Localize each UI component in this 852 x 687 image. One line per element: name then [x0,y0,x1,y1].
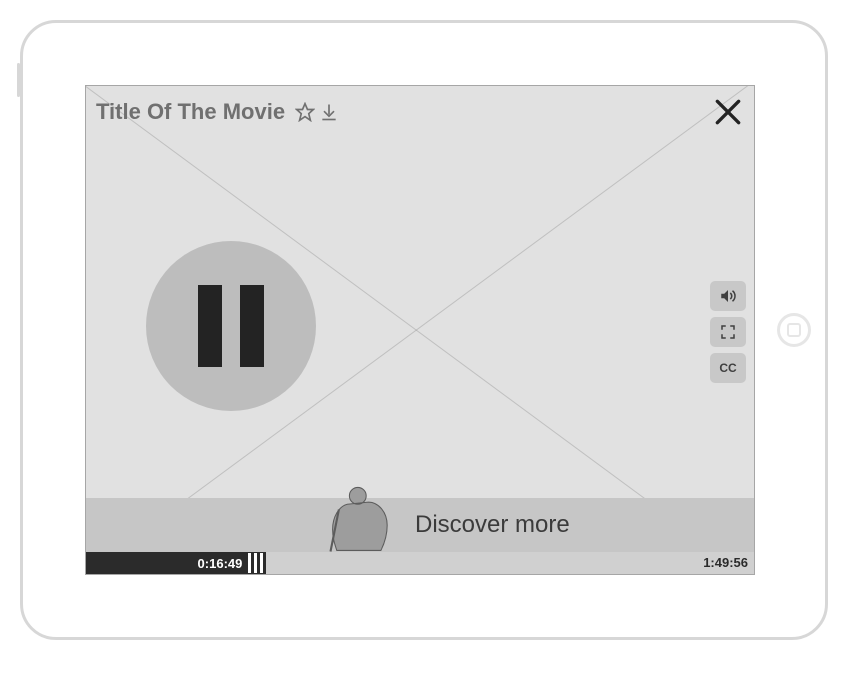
volume-button[interactable] [710,281,746,311]
elapsed-time: 0:16:49 [198,556,243,571]
figure-icon [320,478,404,552]
captions-button[interactable]: CC [710,353,746,383]
download-icon[interactable] [319,102,339,122]
tablet-frame: Title Of The Movie [20,20,828,640]
progress-elapsed: 0:16:49 [86,552,266,574]
video-player: Title Of The Movie [85,85,755,575]
star-icon[interactable] [295,102,315,122]
fullscreen-button[interactable] [710,317,746,347]
scrubber-handle[interactable] [248,552,266,574]
pause-button[interactable] [146,241,316,411]
player-header: Title Of The Movie [96,96,744,128]
home-button[interactable] [777,313,811,347]
close-icon[interactable] [712,96,744,128]
discover-label: Discover more [415,511,570,539]
progress-bar[interactable]: 0:16:49 1:49:56 [86,552,754,574]
total-time: 1:49:56 [703,555,748,570]
secondary-controls: CC [710,281,746,389]
pause-icon [240,285,264,367]
cc-label: CC [719,361,736,375]
discover-banner[interactable]: Discover more [86,498,754,552]
movie-title: Title Of The Movie [96,99,285,125]
pause-icon [198,285,222,367]
